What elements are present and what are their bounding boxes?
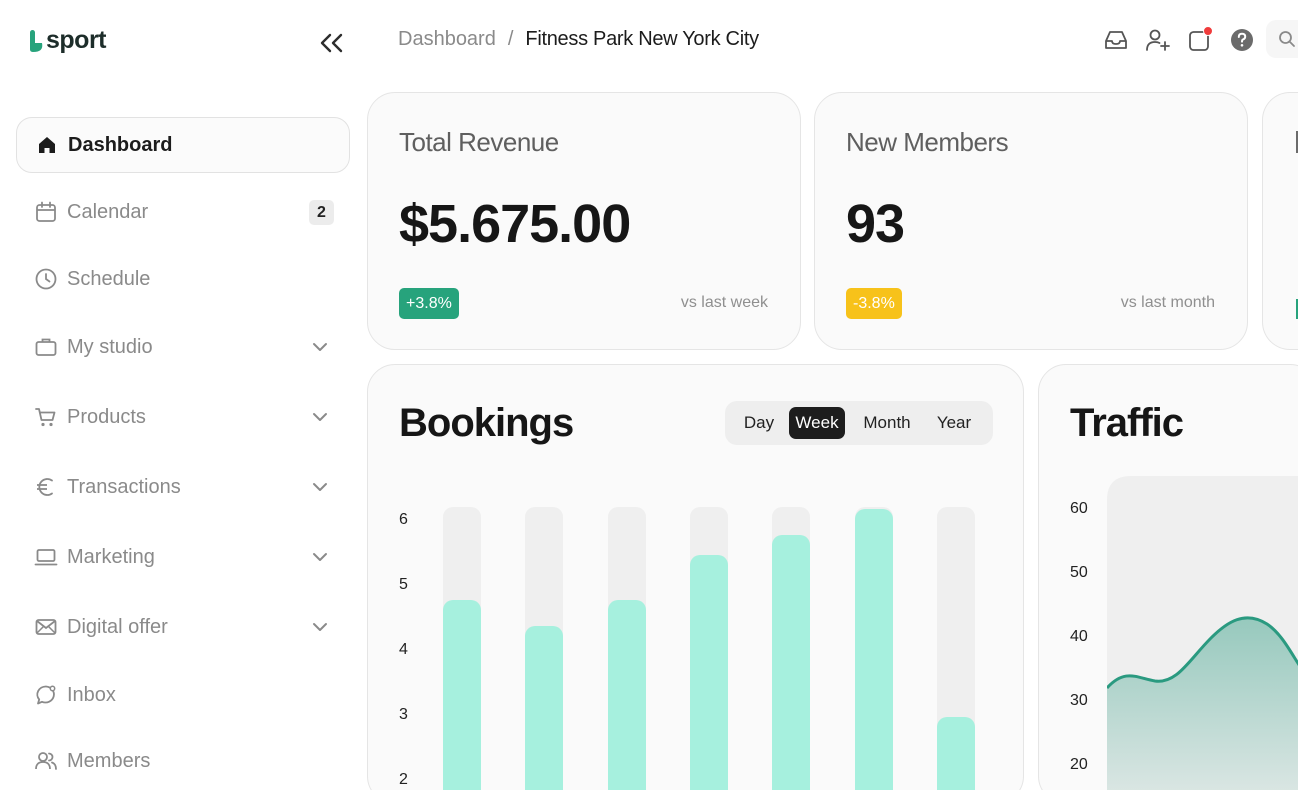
sidebar-item-label: Members bbox=[67, 749, 151, 772]
revenue-value: $5.675.00 bbox=[399, 194, 631, 254]
sidebar-item-label: Calendar bbox=[67, 200, 149, 223]
bar[interactable] bbox=[443, 600, 481, 790]
bar[interactable] bbox=[854, 509, 893, 790]
search-icon bbox=[1279, 31, 1295, 47]
y-tick-label: 6 bbox=[399, 511, 408, 528]
cart-icon bbox=[34, 405, 58, 429]
brand-logo[interactable]: sport bbox=[30, 26, 107, 55]
bar[interactable] bbox=[772, 535, 811, 790]
add-user-icon bbox=[1146, 29, 1170, 51]
y-tick-label: 20 bbox=[1070, 756, 1088, 773]
breadcrumb-separator: / bbox=[507, 28, 514, 50]
card-title: New Members bbox=[846, 127, 1009, 157]
sidebar-item-members[interactable]: Members bbox=[16, 733, 350, 789]
y-tick-label: 3 bbox=[399, 706, 408, 723]
period-month-button[interactable]: Month bbox=[849, 407, 925, 439]
card-title: Total Revenue bbox=[399, 127, 559, 157]
period-selector: Day Week Month Year bbox=[725, 401, 993, 445]
sidebar-item-label: Schedule bbox=[67, 267, 151, 290]
logo-mark-icon bbox=[30, 29, 43, 52]
breadcrumb-current: Fitness Park New York City bbox=[525, 28, 759, 50]
new-members-card: New Members 93 -3.8% vs last month bbox=[814, 92, 1248, 350]
y-tick-label: 30 bbox=[1070, 692, 1088, 709]
users-icon bbox=[34, 749, 58, 773]
sidebar-item-dashboard[interactable]: Dashboard bbox=[16, 117, 350, 173]
chevron-down-icon bbox=[313, 553, 327, 561]
sidebar-item-calendar[interactable]: Calendar 2 bbox=[16, 184, 350, 240]
bar[interactable] bbox=[607, 600, 646, 790]
chevron-down-icon bbox=[313, 413, 327, 421]
sidebar-item-digital-offer[interactable]: Digital offer bbox=[16, 599, 350, 655]
sidebar-item-label: Products bbox=[67, 405, 146, 428]
sidebar: sport Dashboard Calendar 2 Schedule My s… bbox=[0, 0, 366, 790]
y-tick-label: 60 bbox=[1070, 500, 1088, 517]
y-tick-label: 5 bbox=[399, 576, 408, 593]
header-actions bbox=[1102, 26, 1256, 54]
members-value: 93 bbox=[846, 194, 905, 254]
collapse-sidebar-button[interactable] bbox=[314, 28, 348, 58]
sidebar-item-label: My studio bbox=[67, 335, 153, 358]
sidebar-item-label: Digital offer bbox=[67, 615, 168, 638]
y-tick-label: 50 bbox=[1070, 564, 1088, 581]
sidebar-item-inbox[interactable]: Inbox bbox=[16, 667, 350, 723]
help-icon bbox=[1231, 29, 1253, 51]
clock-icon bbox=[34, 267, 58, 291]
chevron-down-icon bbox=[313, 623, 327, 631]
sidebar-item-products[interactable]: Products bbox=[16, 389, 350, 445]
sidebar-item-marketing[interactable]: Marketing bbox=[16, 529, 350, 585]
briefcase-icon bbox=[34, 335, 58, 359]
sidebar-item-label: Inbox bbox=[67, 683, 116, 706]
stat-card-partial bbox=[1262, 92, 1298, 350]
home-icon bbox=[35, 133, 59, 157]
inbox-tray-button[interactable] bbox=[1102, 26, 1130, 54]
chevron-down-icon bbox=[313, 483, 327, 491]
comparison-label: vs last month bbox=[1120, 294, 1215, 311]
notification-dot bbox=[1203, 26, 1213, 36]
chevron-down-icon bbox=[313, 343, 327, 351]
traffic-card: Traffic 60 50 40 30 20 bbox=[1038, 364, 1298, 790]
laptop-icon bbox=[34, 545, 58, 569]
bar[interactable] bbox=[936, 717, 975, 790]
bar[interactable] bbox=[525, 626, 564, 790]
envelope-icon bbox=[34, 615, 58, 639]
sidebar-item-schedule[interactable]: Schedule bbox=[16, 251, 350, 307]
search-input[interactable] bbox=[1266, 20, 1298, 58]
sidebar-item-my-studio[interactable]: My studio bbox=[16, 319, 350, 375]
breadcrumb-root-link[interactable]: Dashboard bbox=[398, 28, 496, 51]
y-tick-label: 40 bbox=[1070, 628, 1088, 645]
change-badge: +3.8% bbox=[399, 288, 459, 319]
notifications-button[interactable] bbox=[1186, 26, 1214, 54]
bookings-card: Bookings Day Week Month Year 6 5 4 3 2 bbox=[367, 364, 1024, 790]
chat-icon bbox=[34, 683, 58, 707]
inbox-tray-icon bbox=[1105, 31, 1127, 49]
traffic-area-plot bbox=[1107, 476, 1298, 790]
change-badge: -3.8% bbox=[846, 288, 902, 319]
bookings-title: Bookings bbox=[399, 401, 574, 445]
sidebar-item-label: Marketing bbox=[67, 545, 155, 568]
bar[interactable] bbox=[689, 554, 728, 790]
y-tick-label: 2 bbox=[399, 771, 408, 788]
help-button[interactable] bbox=[1228, 26, 1256, 54]
sidebar-item-label: Transactions bbox=[67, 475, 181, 498]
logo-text: sport bbox=[46, 26, 107, 54]
sidebar-item-label: Dashboard bbox=[68, 133, 173, 156]
total-revenue-card: Total Revenue $5.675.00 +3.8% vs last we… bbox=[367, 92, 801, 350]
calendar-icon bbox=[34, 200, 58, 224]
sidebar-item-transactions[interactable]: Transactions bbox=[16, 459, 350, 515]
breadcrumb: Dashboard / Fitness Park New York City bbox=[398, 28, 759, 51]
double-chevron-left-icon bbox=[320, 33, 343, 53]
period-week-button[interactable]: Week bbox=[789, 407, 845, 439]
calendar-count-badge: 2 bbox=[309, 200, 334, 225]
period-day-button[interactable]: Day bbox=[731, 407, 787, 439]
traffic-title: Traffic bbox=[1070, 401, 1184, 445]
comparison-label: vs last week bbox=[680, 294, 768, 311]
y-tick-label: 4 bbox=[399, 641, 408, 658]
add-user-button[interactable] bbox=[1144, 26, 1172, 54]
period-year-button[interactable]: Year bbox=[925, 407, 983, 439]
euro-icon bbox=[34, 475, 58, 499]
